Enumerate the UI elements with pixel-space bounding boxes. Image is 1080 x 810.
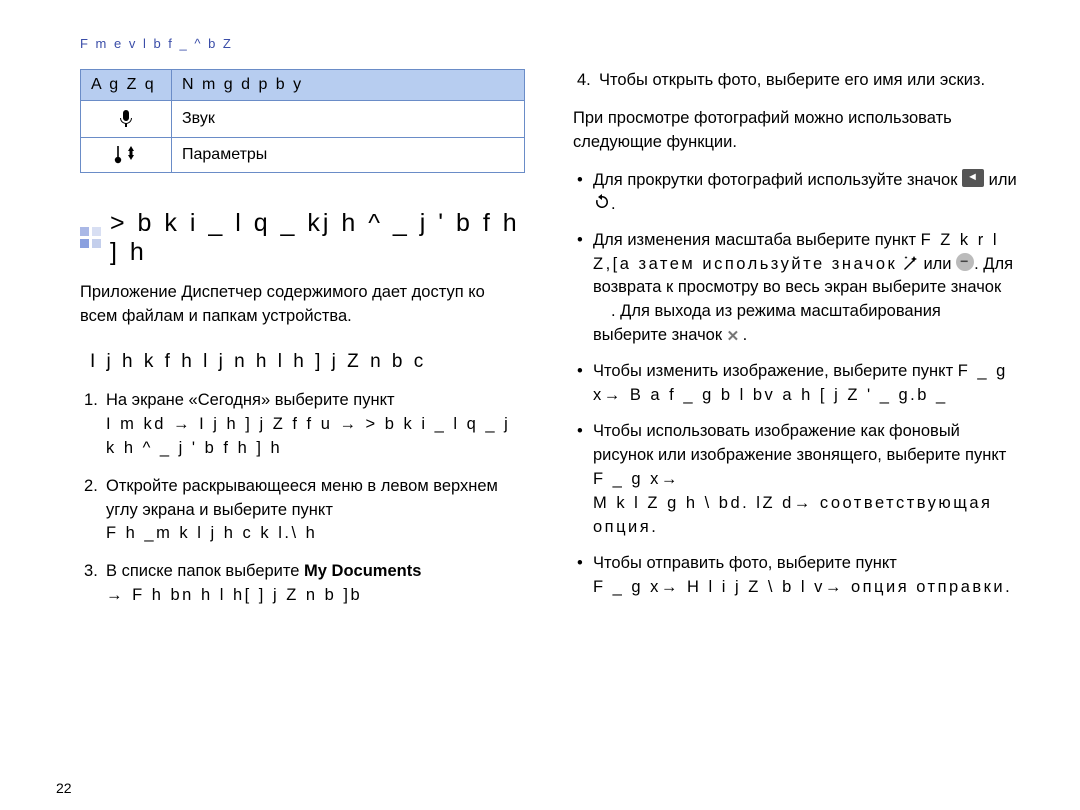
sparkle-icon bbox=[902, 254, 919, 271]
list-item: На экране «Сегодня» выберите пункт I m k… bbox=[80, 389, 525, 461]
list-item: Чтобы изменить изображение, выберите пун… bbox=[573, 360, 1018, 408]
bullets-list: Для прокрутки фотографий используйте зна… bbox=[573, 169, 1018, 600]
doc-header: F m e v l b f _ ^ b Z bbox=[80, 36, 1020, 51]
icon-table: A g Z q N m g d p b y Звук bbox=[80, 69, 525, 173]
list-item: В списке папок выберите My Documents → F… bbox=[80, 560, 525, 608]
page-number: 22 bbox=[56, 780, 72, 796]
list-item: Откройте раскрывающееся меню в левом вер… bbox=[80, 475, 525, 547]
list-item: Чтобы использовать изображение как фонов… bbox=[573, 420, 1018, 540]
intro-text: Приложение Диспетчер содержимого дает до… bbox=[80, 281, 525, 329]
table-row: Звук bbox=[81, 101, 525, 138]
prev-icon bbox=[962, 169, 984, 187]
sub-heading: I j h k f h l j n h l h ] j Z n b c bbox=[90, 351, 525, 373]
list-item: Для прокрутки фотографий используйте зна… bbox=[573, 169, 1018, 217]
steps-list: На экране «Сегодня» выберите пункт I m k… bbox=[80, 389, 525, 608]
table-cell-label: Звук bbox=[172, 101, 525, 138]
list-item: Чтобы отправить фото, выберите пункт F _… bbox=[573, 552, 1018, 600]
blank-icon bbox=[593, 302, 611, 318]
close-icon: ✕ bbox=[727, 326, 743, 342]
steps-list-cont: Чтобы открыть фото, выберите его имя или… bbox=[573, 69, 1018, 93]
mic-icon bbox=[91, 109, 161, 129]
list-item: Для изменения масштаба выберите пункт F … bbox=[573, 229, 1018, 349]
section-title: > b k i _ l q _ kj h ^ _ j ' b f h ] h bbox=[110, 209, 525, 267]
right-intro: При просмотре фотографий можно использов… bbox=[573, 107, 1018, 155]
rotate-icon bbox=[593, 193, 611, 211]
table-header-1: A g Z q bbox=[81, 70, 172, 101]
right-column: Чтобы открыть фото, выберите его имя или… bbox=[573, 69, 1018, 622]
grid-icon bbox=[80, 227, 100, 249]
table-row: Параметры bbox=[81, 138, 525, 173]
left-column: A g Z q N m g d p b y Звук bbox=[80, 69, 525, 622]
section-heading: > b k i _ l q _ kj h ^ _ j ' b f h ] h bbox=[80, 209, 525, 267]
table-cell-label: Параметры bbox=[172, 138, 525, 173]
zoom-out-icon bbox=[956, 253, 974, 271]
sliders-icon bbox=[91, 146, 161, 164]
list-item: Чтобы открыть фото, выберите его имя или… bbox=[573, 69, 1018, 93]
table-header-2: N m g d p b y bbox=[172, 70, 525, 101]
